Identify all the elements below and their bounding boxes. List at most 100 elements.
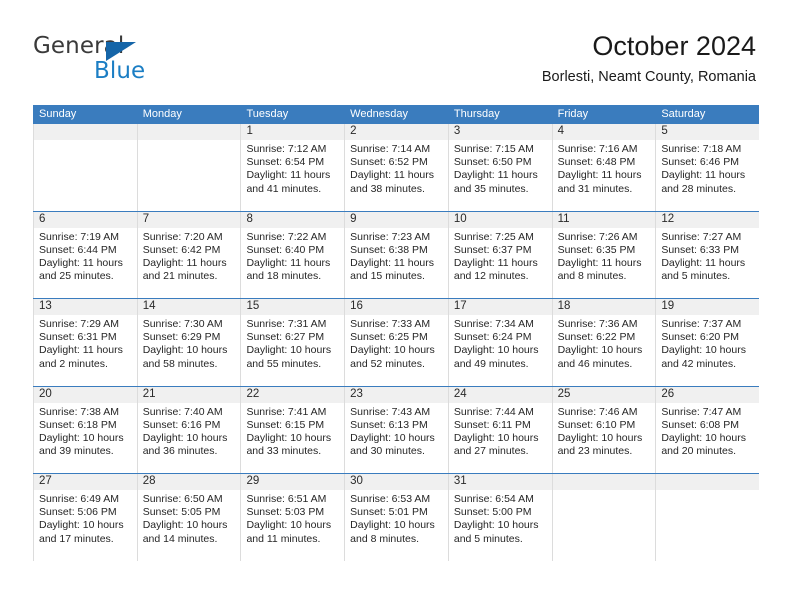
daylight-text-line2: and 39 minutes. [39,445,114,458]
page-title: October 2024 [592,31,756,61]
day-number: 8 [246,212,253,225]
day-number: 25 [557,387,571,400]
daylight-text-line2: and 36 minutes. [142,445,218,458]
day-number: 2 [350,125,357,137]
sunset-text: Sunset: 6:08 PM [661,418,739,431]
daylight-text-line2: and 8 minutes. [350,532,420,545]
calendar-day-cell[interactable]: 23 Sunrise: 7:43 AM Sunset: 6:13 PM Dayligh… [344,386,448,473]
sunrise-text: Sunrise: 7:29 AM [39,318,119,330]
page-header: General Blue October 2024 Borlesti, Neam… [0,0,792,100]
calendar-day-cell[interactable]: 6 Sunrise: 7:19 AM Sunset: 6:44 PM Daylight… [33,211,137,298]
weekday-header-friday: Friday [557,108,589,120]
calendar-day-cell[interactable]: 19 Sunrise: 7:37 AM Sunset: 6:20 PM Dayligh… [655,299,759,386]
sunset-text: Sunset: 6:31 PM [39,331,117,344]
daylight-text-line2: and 31 minutes. [557,182,633,195]
daylight-text-line1: Daylight: 10 hours [142,344,228,357]
daylight-text-line2: and 42 minutes. [661,357,737,370]
calendar-day-cell[interactable]: 18 Sunrise: 7:36 AM Sunset: 6:22 PM Dayligh… [551,299,656,386]
daylight-text-line2: and 33 minutes. [246,445,322,458]
daylight-text-line2: and 25 minutes. [39,270,114,283]
day-number: 10 [453,212,467,225]
weekday-header-saturday: Saturday [661,108,706,120]
sunrise-text: Sunrise: 7:18 AM [661,143,742,155]
day-details: Sunrise: 6:54 AM Sunset: 5:00 PM Daylight:… [449,490,552,546]
calendar-day-cell[interactable]: 3 Sunrise: 7:15 AM Sunset: 6:50 PM Daylight… [447,124,552,211]
weekday-header-thursday: Thursday [453,108,500,120]
daylight-text-line2: and 41 minutes. [246,182,322,195]
calendar-day-cell[interactable]: 30 Sunrise: 6:53 AM Sunset: 5:01 PM Dayligh… [344,474,448,561]
daylight-text-line1: Daylight: 10 hours [350,431,435,444]
calendar-day-cell[interactable]: 21 Sunrise: 7:40 AM Sunset: 6:16 PM Dayligh… [136,386,241,473]
title-block: October 2024 Borlesti, Neamt County, Rom… [542,30,756,86]
daylight-text-line1: Daylight: 10 hours [246,431,332,444]
calendar-day-cell[interactable]: 31 Sunrise: 6:54 AM Sunset: 5:00 PM Dayligh… [447,474,552,561]
calendar-day-cell[interactable]: 5 Sunrise: 7:18 AM Sunset: 6:46 PM Daylight… [655,124,759,211]
daylight-text-line1: Daylight: 11 hours [661,256,746,269]
calendar-day-cell[interactable]: 22 Sunrise: 7:41 AM Sunset: 6:15 PM Dayligh… [240,386,344,473]
calendar-day-cell[interactable]: 14 Sunrise: 7:30 AM Sunset: 6:29 PM Dayligh… [136,299,241,386]
calendar-day-cell[interactable]: 12 Sunrise: 7:27 AM Sunset: 6:33 PM Dayligh… [655,211,759,298]
calendar-day-cell[interactable]: 26 Sunrise: 7:47 AM Sunset: 6:08 PM Dayligh… [655,386,759,473]
calendar-day-cell[interactable]: 9 Sunrise: 7:23 AM Sunset: 6:38 PM Daylight… [344,211,448,298]
daylight-text-line1: Daylight: 11 hours [246,256,331,269]
calendar-day-cell[interactable]: 7 Sunrise: 7:20 AM Sunset: 6:42 PM Daylight… [136,211,241,298]
day-details: Sunrise: 7:15 AM Sunset: 6:50 PM Daylight:… [449,140,552,196]
sunset-text: Sunset: 6:25 PM [350,331,428,344]
daylight-text-line2: and 12 minutes. [453,270,529,283]
calendar-day-cell[interactable]: 28 Sunrise: 6:50 AM Sunset: 5:05 PM Dayligh… [136,474,241,561]
sunrise-text: Sunrise: 7:14 AM [350,143,431,155]
sunset-text: Sunset: 6:50 PM [453,156,532,169]
daylight-text-line2: and 2 minutes. [39,357,108,370]
sunset-text: Sunset: 6:10 PM [557,418,636,431]
day-number: 28 [142,475,156,487]
daylight-text-line1: Daylight: 10 hours [39,431,124,444]
day-details: Sunrise: 7:29 AM Sunset: 6:31 PM Daylight:… [34,315,137,371]
sunrise-text: Sunrise: 7:38 AM [39,405,119,418]
calendar-day-cell[interactable]: 11 Sunrise: 7:26 AM Sunset: 6:35 PM Dayligh… [551,211,656,298]
day-details: Sunrise: 7:23 AM Sunset: 6:38 PM Daylight:… [345,228,448,284]
sunrise-text: Sunrise: 7:12 AM [246,143,327,155]
calendar-day-cell[interactable]: 17 Sunrise: 7:34 AM Sunset: 6:24 PM Dayligh… [447,299,552,386]
daylight-text-line1: Daylight: 10 hours [453,519,539,532]
calendar-day-cell[interactable]: 20 Sunrise: 7:38 AM Sunset: 6:18 PM Dayligh… [33,386,137,473]
day-number: 27 [39,475,52,487]
sunrise-text: Sunrise: 7:27 AM [661,230,742,243]
sunrise-text: Sunrise: 7:19 AM [39,230,119,243]
sunrise-text: Sunrise: 7:40 AM [142,405,223,418]
sunset-text: Sunset: 6:42 PM [142,243,221,256]
calendar-day-cell[interactable]: 13 Sunrise: 7:29 AM Sunset: 6:31 PM Dayligh… [33,299,137,386]
day-details: Sunrise: 7:41 AM Sunset: 6:15 PM Daylight:… [241,403,344,459]
calendar-day-cell[interactable]: 15 Sunrise: 7:31 AM Sunset: 6:27 PM Dayligh… [240,299,344,386]
day-number: 24 [453,387,467,400]
calendar-day-cell[interactable]: 1 Sunrise: 7:12 AM Sunset: 6:54 PM Daylight… [240,124,344,211]
daylight-text-line2: and 23 minutes. [557,445,633,458]
calendar-day-cell[interactable]: 27 Sunrise: 6:49 AM Sunset: 5:06 PM Dayligh… [33,474,137,561]
daylight-text-line2: and 55 minutes. [246,357,322,370]
daylight-text-line2: and 46 minutes. [557,357,633,370]
sunset-text: Sunset: 6:24 PM [453,331,532,344]
daylight-text-line1: Daylight: 10 hours [246,344,332,357]
general-blue-logo[interactable]: General Blue [33,33,263,85]
daylight-text-line1: Daylight: 10 hours [350,344,435,357]
sunrise-text: Sunrise: 7:15 AM [453,143,534,155]
calendar-day-cell[interactable]: 16 Sunrise: 7:33 AM Sunset: 6:25 PM Dayligh… [344,299,448,386]
daylight-text-line1: Daylight: 11 hours [246,169,331,182]
daylight-text-line2: and 28 minutes. [661,182,737,195]
calendar-day-cell[interactable]: 24 Sunrise: 7:44 AM Sunset: 6:11 PM Dayligh… [447,386,552,473]
calendar-day-cell[interactable]: 4 Sunrise: 7:16 AM Sunset: 6:48 PM Daylight… [551,124,656,211]
day-number: 26 [661,387,675,400]
page-subtitle: Borlesti, Neamt County, Romania [541,69,756,85]
calendar-day-cell[interactable]: 10 Sunrise: 7:25 AM Sunset: 6:37 PM Dayligh… [447,211,552,298]
sunset-text: Sunset: 6:15 PM [246,418,325,431]
daylight-text-line2: and 8 minutes. [557,270,627,283]
calendar-day-cell[interactable]: 25 Sunrise: 7:46 AM Sunset: 6:10 PM Dayligh… [551,386,656,473]
day-number: 14 [142,300,156,312]
day-number: 12 [661,212,675,225]
weekday-header-monday: Monday [142,108,182,120]
calendar-day-cell[interactable]: 2 Sunrise: 7:14 AM Sunset: 6:52 PM Daylight… [344,124,448,211]
daylight-text-line2: and 11 minutes. [246,532,321,545]
sunset-text: Sunset: 6:20 PM [661,331,739,344]
calendar-day-cell[interactable]: 29 Sunrise: 6:51 AM Sunset: 5:03 PM Dayligh… [240,474,344,561]
sunrise-text: Sunrise: 7:34 AM [453,318,534,330]
calendar-day-cell[interactable]: 8 Sunrise: 7:22 AM Sunset: 6:40 PM Daylight… [240,211,344,298]
